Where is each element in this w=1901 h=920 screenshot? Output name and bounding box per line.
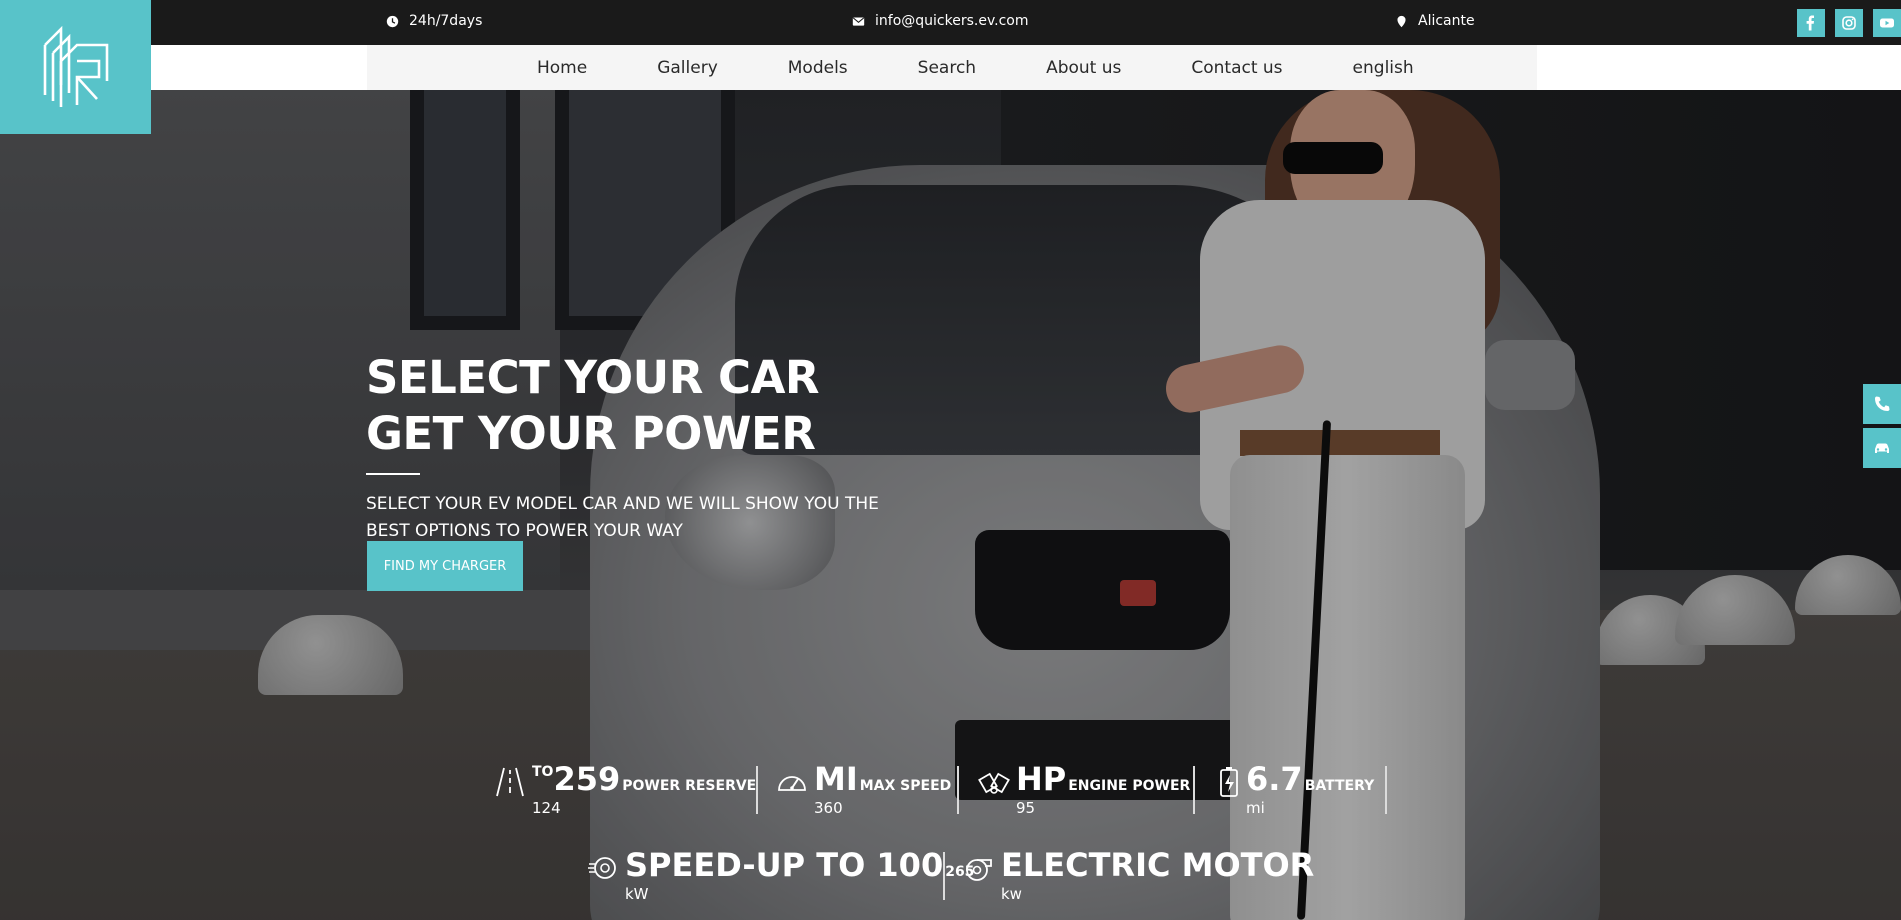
spec-separator xyxy=(1193,766,1195,814)
phone-icon xyxy=(1875,396,1890,411)
hero-subtitle: SELECT YOUR EV MODEL CAR AND WE WILL SHO… xyxy=(366,494,879,541)
email-text[interactable]: info@quickers.ev.com xyxy=(875,13,1029,29)
language-selector[interactable]: english xyxy=(1353,58,1414,78)
spec-label: MAX SPEED xyxy=(859,778,952,794)
instagram-icon xyxy=(1842,16,1856,30)
nav-item-about[interactable]: About us xyxy=(1046,58,1121,78)
spec-power-reserve: TO 259 POWER RESERVE 124 xyxy=(494,762,756,818)
nav-item-search[interactable]: Search xyxy=(918,58,976,78)
spec-separator xyxy=(1385,766,1387,814)
spec-speed-up: SPEED-UP TO 100 265 kW xyxy=(587,848,974,904)
spec-value: HP xyxy=(1016,760,1067,798)
engine-icon xyxy=(978,766,1010,798)
speedometer-icon xyxy=(776,766,808,798)
hours-text: 24h/7days xyxy=(409,13,483,29)
spec-value: ELECTRIC MOTOR xyxy=(1001,846,1315,884)
spec-separator xyxy=(943,852,945,900)
instagram-button[interactable] xyxy=(1835,9,1863,37)
acceleration-icon xyxy=(587,852,619,884)
email-info[interactable]: info@quickers.ev.com xyxy=(852,13,1029,29)
hero-title-line1: SELECT YOUR CAR xyxy=(366,351,820,404)
find-charger-button[interactable]: FIND MY CHARGER xyxy=(367,541,523,591)
youtube-button[interactable] xyxy=(1873,9,1901,37)
hours-info: 24h/7days xyxy=(386,13,482,29)
clock-icon xyxy=(386,15,399,27)
spec-sub: kw xyxy=(1001,885,1022,903)
spec-max-speed: MI MAX SPEED 360 xyxy=(776,762,951,818)
social-links xyxy=(1797,9,1901,37)
spec-separator xyxy=(957,766,959,814)
facebook-button[interactable] xyxy=(1797,9,1825,37)
hero-title-line2: GET YOUR POWER xyxy=(366,407,816,460)
facebook-icon xyxy=(1806,15,1814,31)
nav-item-models[interactable]: Models xyxy=(788,58,848,78)
spec-electric-motor: ELECTRIC MOTOR kw xyxy=(963,848,1314,904)
spec-value: SPEED-UP TO 100 xyxy=(625,846,944,884)
spec-sub: 95 xyxy=(1016,799,1036,817)
main-nav: Home Gallery Models Search About us Cont… xyxy=(367,45,1537,90)
spec-label: ENGINE POWER xyxy=(1068,778,1191,794)
hero-title: SELECT YOUR CAR GET YOUR POWER xyxy=(366,350,820,462)
spec-sub: mi xyxy=(1246,799,1265,817)
nav-item-home[interactable]: Home xyxy=(537,58,587,78)
site-logo[interactable] xyxy=(0,0,151,134)
spec-label: POWER RESERVE xyxy=(622,778,757,794)
spec-sub: kW xyxy=(625,885,649,903)
spec-engine-power: HP ENGINE POWER 95 xyxy=(978,762,1190,818)
top-bar: 24h/7days info@quickers.ev.com Alicante xyxy=(0,0,1901,45)
youtube-icon xyxy=(1880,18,1894,28)
location-info: Alicante xyxy=(1395,13,1475,29)
spec-sub: 360 xyxy=(814,799,843,817)
spec-label: BATTERY xyxy=(1304,778,1375,794)
envelope-icon xyxy=(852,16,865,26)
logo-icon xyxy=(43,25,108,107)
hero-divider xyxy=(366,473,420,475)
battery-icon xyxy=(1218,766,1240,798)
side-phone-button[interactable] xyxy=(1863,384,1901,424)
spec-separator xyxy=(756,766,758,814)
location-text: Alicante xyxy=(1418,13,1475,29)
spec-value: MI xyxy=(814,760,858,798)
spec-value: 6.7 xyxy=(1246,760,1303,798)
car-icon xyxy=(1875,443,1889,453)
spec-value: 259 xyxy=(553,760,621,798)
spec-prefix: TO xyxy=(532,764,554,780)
spec-battery: 6.7 BATTERY mi xyxy=(1218,762,1374,818)
nav-item-contact[interactable]: Contact us xyxy=(1191,58,1282,78)
side-car-button[interactable] xyxy=(1863,428,1901,468)
road-icon xyxy=(494,766,526,798)
nav-item-gallery[interactable]: Gallery xyxy=(657,58,718,78)
turbo-icon xyxy=(963,852,995,884)
map-pin-icon xyxy=(1397,15,1406,27)
spec-sub: 124 xyxy=(532,799,561,817)
